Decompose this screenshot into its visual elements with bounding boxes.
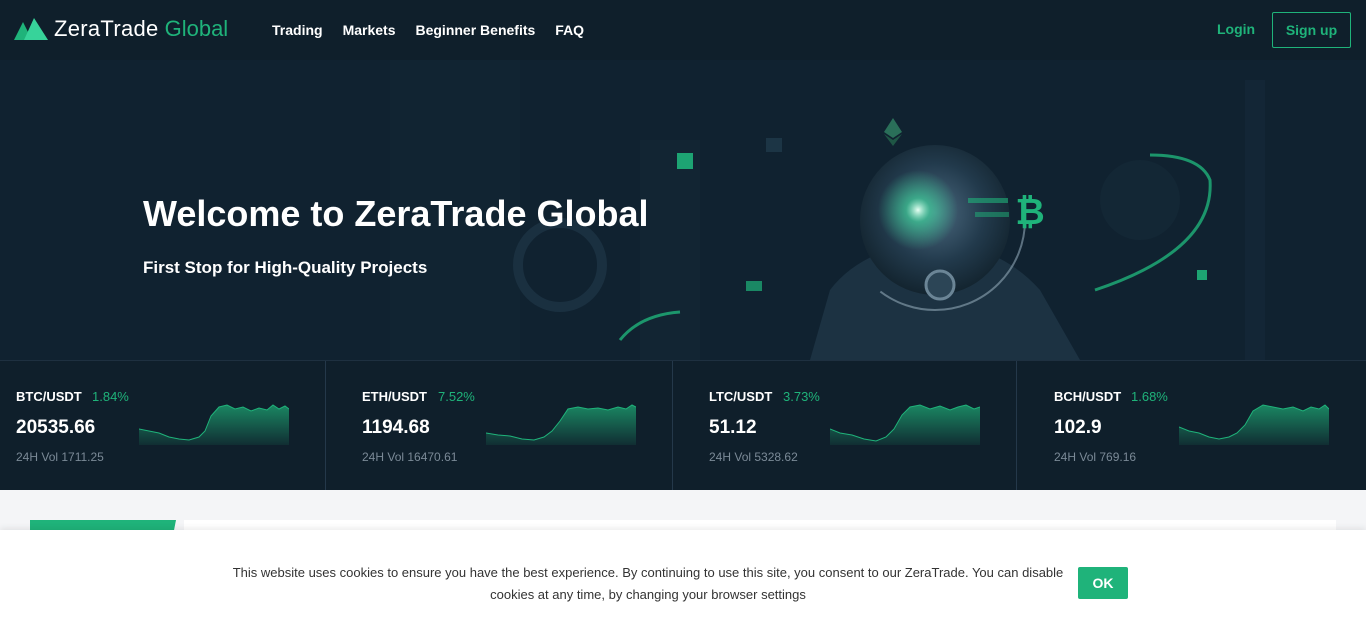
ticker-change: 1.68% xyxy=(1131,389,1168,404)
ethereum-icon xyxy=(884,118,902,146)
brand-logo[interactable]: ZeraTrade Global xyxy=(14,14,228,44)
ticker-volume: 24H Vol 5328.62 xyxy=(709,450,798,464)
cookie-banner: This website uses cookies to ensure you … xyxy=(0,530,1366,635)
hero-title: Welcome to ZeraTrade Global xyxy=(143,193,649,234)
nav-trading[interactable]: Trading xyxy=(272,22,323,38)
ticker-volume: 24H Vol 769.16 xyxy=(1054,450,1137,464)
ticker-change: 3.73% xyxy=(783,389,820,404)
top-navbar: ZeraTrade Global Trading Markets Beginne… xyxy=(0,0,1366,60)
nav-markets[interactable]: Markets xyxy=(343,22,396,38)
nav-faq[interactable]: FAQ xyxy=(555,22,584,38)
ticker-change: 1.84% xyxy=(92,389,129,404)
ticker-price: 20535.66 xyxy=(16,417,96,438)
cookie-message: This website uses cookies to ensure you … xyxy=(232,565,1064,602)
zeratrade-logo-icon xyxy=(14,18,48,40)
signup-button[interactable]: Sign up xyxy=(1272,12,1351,48)
ticker-price: 102.9 xyxy=(1054,417,1102,438)
ticker-card-ltc[interactable]: LTC/USDT 3.73% 51.12 24H Vol 5328.62 xyxy=(673,361,1017,491)
ticker-pair: BTC/USDT xyxy=(16,389,82,404)
hero-banner: ₿ Welcome to ZeraTrade Global First Stop… xyxy=(0,60,1366,360)
ticker-sparkline xyxy=(1179,404,1329,445)
login-link[interactable]: Login xyxy=(1217,21,1255,37)
hero-subtitle: First Stop for High-Quality Projects xyxy=(143,258,428,277)
nav-beginner-benefits[interactable]: Beginner Benefits xyxy=(415,22,535,38)
brand-name: ZeraTrade xyxy=(54,16,159,41)
ticker-card-bch[interactable]: BCH/USDT 1.68% 102.9 24H Vol 769.16 xyxy=(1017,361,1366,491)
ticker-price: 51.12 xyxy=(709,417,757,438)
ticker-volume: 24H Vol 16470.61 xyxy=(362,450,458,464)
ticker-pair: ETH/USDT xyxy=(362,389,427,404)
cookie-ok-button[interactable]: OK xyxy=(1078,567,1128,599)
ticker-price: 1194.68 xyxy=(362,417,430,438)
ticker-change: 7.52% xyxy=(438,389,475,404)
ticker-card-btc[interactable]: BTC/USDT 1.84% 20535.66 24H Vol 1711.25 xyxy=(0,361,326,491)
market-ticker: BTC/USDT 1.84% 20535.66 24H Vol 1711.25 … xyxy=(0,360,1366,491)
main-nav: Trading Markets Beginner Benefits FAQ xyxy=(272,0,604,60)
ticker-sparkline xyxy=(830,404,980,445)
ticker-card-eth[interactable]: ETH/USDT 7.52% 1194.68 24H Vol 16470.61 xyxy=(326,361,673,491)
ticker-sparkline xyxy=(486,404,636,445)
svg-text:₿: ₿ xyxy=(1015,192,1044,233)
ticker-pair: BCH/USDT xyxy=(1054,389,1122,404)
ticker-pair: LTC/USDT xyxy=(709,389,773,404)
brand-accent: Global xyxy=(164,16,229,41)
ticker-sparkline xyxy=(139,404,289,445)
ticker-volume: 24H Vol 1711.25 xyxy=(16,450,104,464)
